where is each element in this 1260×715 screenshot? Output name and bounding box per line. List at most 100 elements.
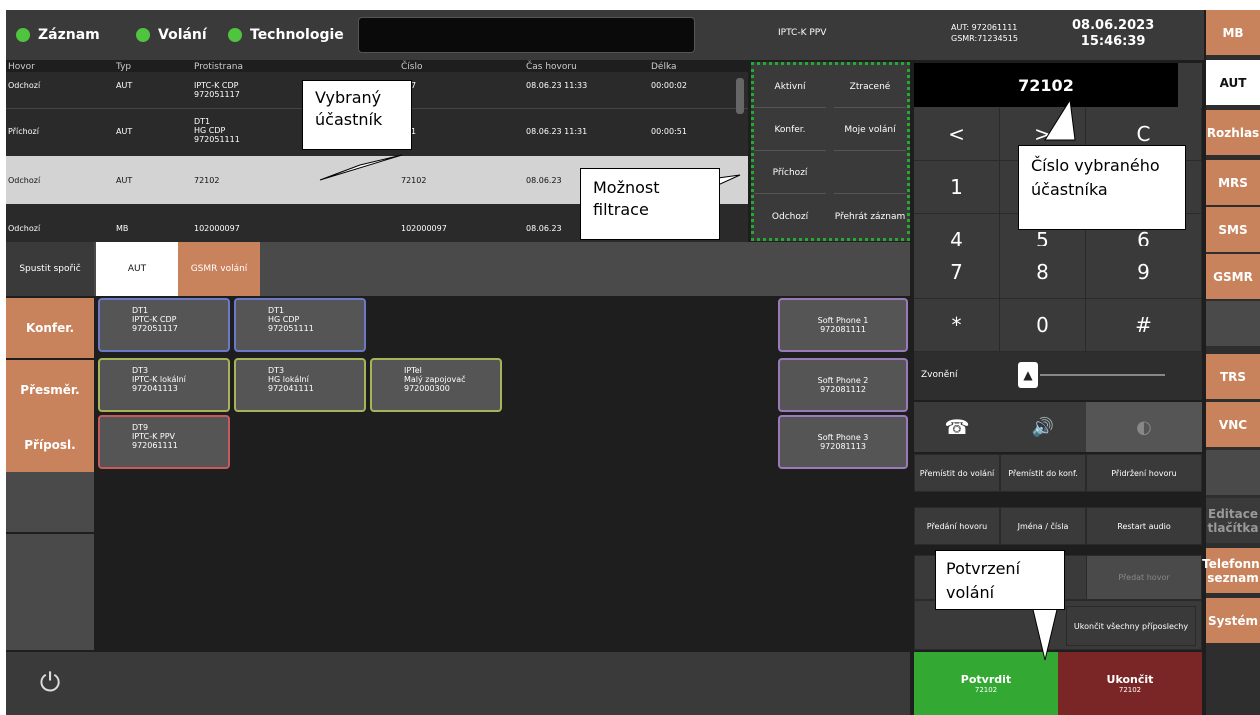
cell-cas: 08.06.23 <box>526 224 562 233</box>
menu-telefonni-seznam[interactable]: Telefonní seznam <box>1202 548 1260 593</box>
menu-editace[interactable]: Editace tlačítka <box>1206 498 1260 543</box>
menu-aut[interactable]: AUT <box>1206 60 1260 105</box>
phone-button[interactable]: DT3 HG lokální 972041111 <box>234 358 366 412</box>
restart-audio-button[interactable]: Restart audio <box>1086 507 1202 545</box>
menu-trs[interactable]: TRS <box>1206 354 1260 399</box>
filter-moje-volani[interactable]: Moje volání <box>834 110 906 151</box>
softphone-button[interactable]: Soft Phone 3 972081113 <box>778 415 908 469</box>
phone-button[interactable]: DT3 IPTC-K lokální 972041113 <box>98 358 230 412</box>
potvrdit-button[interactable]: Potvrdit 72102 <box>914 652 1058 715</box>
tab-aut[interactable]: AUT <box>96 242 178 296</box>
phone-button[interactable]: DT1 IPTC-K CDP 972051117 <box>98 298 230 352</box>
jmena-cisla-button[interactable]: Jména / čísla <box>1000 507 1086 545</box>
menu-gsmr[interactable]: GSMR <box>1206 254 1260 299</box>
menu-empty[interactable] <box>1206 450 1260 495</box>
phone-name: Malý zapojovač <box>404 375 466 384</box>
filter-panel: Aktivní Ztracené Konfer. Moje volání Pří… <box>751 62 910 241</box>
col-typ[interactable]: Typ <box>116 62 131 72</box>
potvrdit-label: Potvrdit <box>960 673 1012 686</box>
presmer-button[interactable]: Přesměr. <box>6 360 94 420</box>
key-hash[interactable]: # <box>1086 299 1202 352</box>
indicator-technologie[interactable]: Technologie <box>228 24 344 46</box>
speaker-icon[interactable]: 🔊 <box>1000 402 1086 452</box>
phone-button[interactable]: DT9 IPTC-K PPV 972061111 <box>98 415 230 469</box>
prdrzeni-hovoru-button[interactable]: Přidržení hovoru <box>1086 454 1202 492</box>
softphone-button[interactable]: Soft Phone 2 972081112 <box>778 358 908 412</box>
key-1[interactable]: 1 <box>914 161 1000 214</box>
filter-prichozi[interactable]: Příchozí <box>754 153 826 194</box>
cell-typ: AUT <box>116 81 133 90</box>
predat-hovor-button[interactable]: Předat hovor <box>1086 555 1202 600</box>
time: 15:46:39 <box>1080 34 1146 49</box>
filter-konfer[interactable]: Konfer. <box>754 110 826 151</box>
date: 08.06.2023 <box>1072 18 1155 33</box>
iptc-label: IPTC-K PPV <box>778 28 827 38</box>
filter-prehrat-zaznam[interactable]: Přehrát záznam <box>834 196 906 237</box>
key-left[interactable]: < <box>914 108 1000 161</box>
key-0[interactable]: 0 <box>1000 299 1086 352</box>
empty-button[interactable] <box>6 534 94 594</box>
indicator-zaznam[interactable]: Záznam <box>16 24 100 46</box>
predani-hovoru-button[interactable]: Předání hovoru <box>914 507 1000 545</box>
cell-typ: MB <box>116 224 129 233</box>
phone-number: 972041111 <box>268 384 314 393</box>
premistit-do-konf-button[interactable]: Přemístit do konf. <box>1000 454 1086 492</box>
phone-number: 972041113 <box>132 384 178 393</box>
message-display <box>358 17 695 53</box>
col-protistrana[interactable]: Protistrana <box>194 62 243 72</box>
filter-ztracene[interactable]: Ztracené <box>834 67 906 108</box>
col-hovor[interactable]: Hovor <box>8 62 35 72</box>
menu-vnc[interactable]: VNC <box>1206 402 1260 447</box>
menu-rozhlas[interactable]: Rozhlas <box>1206 110 1260 155</box>
softphone-button[interactable]: Soft Phone 1 972081111 <box>778 298 908 352</box>
ukoncit-button[interactable]: Ukončit 72102 <box>1058 652 1202 715</box>
bottom-bar <box>6 652 910 715</box>
aut-info: AUT: 972061111 GSMR:71234515 <box>951 22 1018 44</box>
phone-button[interactable]: DT1 HG CDP 972051111 <box>234 298 366 352</box>
menu-mb[interactable]: MB <box>1206 10 1260 55</box>
menu-system[interactable]: Systém <box>1206 598 1260 643</box>
bell-icon[interactable]: ▲ <box>1018 362 1038 388</box>
filter-empty[interactable] <box>834 153 906 194</box>
indicator-label: Záznam <box>38 27 100 43</box>
empty-button[interactable] <box>6 594 94 650</box>
col-delka[interactable]: Délka <box>651 62 677 72</box>
premistit-do-volani-button[interactable]: Přemístit do volání <box>914 454 1000 492</box>
scrollbar[interactable] <box>736 78 744 114</box>
number-display[interactable]: 72102 <box>914 63 1178 107</box>
hangup-icon[interactable]: ☎ <box>914 402 1000 452</box>
priposl-button[interactable]: Příposl. <box>6 415 94 475</box>
spustit-sporic-button[interactable]: Spustit spořič <box>6 242 94 296</box>
potvrdit-number: 72102 <box>974 686 998 694</box>
filter-odchozi[interactable]: Odchozí <box>754 196 826 237</box>
zvoneni-label: Zvonění <box>921 370 958 380</box>
key-8[interactable]: 8 <box>1000 246 1086 299</box>
phone-button[interactable]: IPTel Malý zapojovač 972000300 <box>370 358 502 412</box>
cell-protistrana: IPTC-K CDP <box>194 81 239 90</box>
headset-icon[interactable]: ◐ <box>1086 402 1202 452</box>
key-star[interactable]: * <box>914 299 1000 352</box>
menu-mrs[interactable]: MRS <box>1206 160 1260 205</box>
ukoncit-vsechny-button[interactable]: Ukončit všechny příposlechy <box>1066 606 1196 646</box>
key-7[interactable]: 7 <box>914 246 1000 299</box>
app-window: Záznam Volání Technologie IPTC-K PPV AUT… <box>6 10 1260 715</box>
callout-vybrany: Vybraný účastník <box>302 80 412 150</box>
gsmr-number: GSMR:71234515 <box>951 34 1018 43</box>
key-9[interactable]: 9 <box>1086 246 1202 299</box>
col-cas[interactable]: Čas hovoru <box>526 62 577 72</box>
menu-sms[interactable]: SMS <box>1206 207 1260 252</box>
softphone-name: Soft Phone 1 <box>817 316 869 325</box>
volume-slider[interactable] <box>1040 374 1165 376</box>
col-cislo[interactable]: Číslo <box>401 62 422 72</box>
empty-button[interactable] <box>6 472 94 532</box>
indicator-volani[interactable]: Volání <box>136 24 207 46</box>
cell-cas: 08.06.23 11:31 <box>526 127 588 136</box>
phone-dt: DT1 <box>268 306 285 315</box>
filter-aktivni[interactable]: Aktivní <box>754 67 826 108</box>
menu-empty[interactable] <box>1206 301 1260 346</box>
konfer-button[interactable]: Konfer. <box>6 298 94 358</box>
phone-dt: IPTel <box>404 366 422 375</box>
power-icon[interactable]: ⏻ <box>6 652 94 715</box>
tab-gsmr-volani[interactable]: GSMR volání <box>178 242 260 296</box>
status-dot-icon <box>16 28 30 42</box>
